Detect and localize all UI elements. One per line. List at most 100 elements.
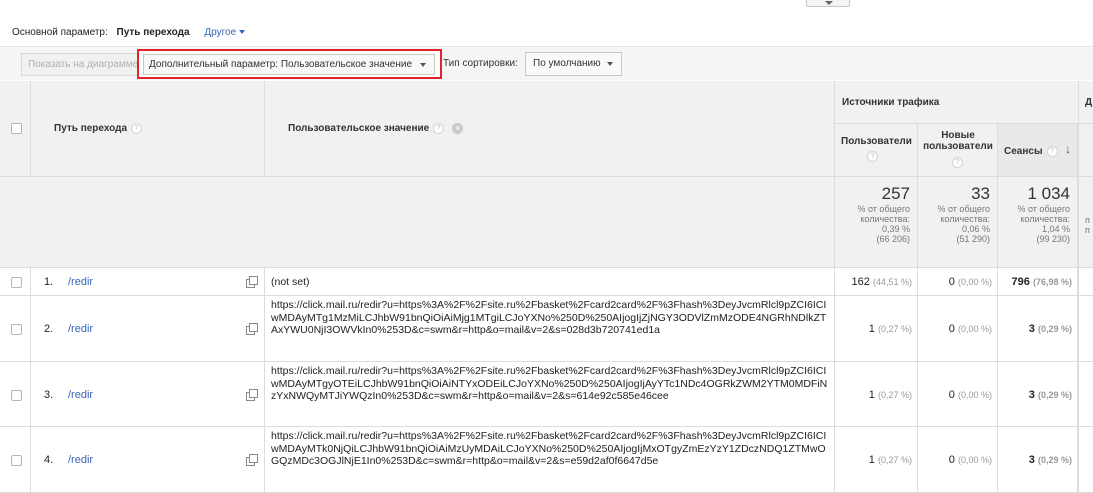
header-sessions[interactable]: Сеансы? ↓ [998, 124, 1078, 177]
row-new-users-percent: (0,00 %) [957, 390, 992, 400]
row-sessions: 3 (0,29 %) [998, 389, 1072, 401]
row-new-users-value: 0 [948, 323, 955, 335]
totals-sessions-line1: % от общего [1017, 204, 1071, 214]
open-link-icon[interactable] [246, 276, 258, 288]
row-number: 2. [44, 323, 54, 335]
sort-type-dropdown[interactable]: По умолчанию [525, 52, 622, 76]
row-new-users-value: 0 [948, 276, 955, 288]
row-users-percent: (0,27 %) [877, 390, 912, 400]
row-users: 1 (0,27 %) [835, 454, 912, 466]
sort-desc-arrow-icon[interactable]: ↓ [1065, 142, 1071, 156]
help-icon[interactable]: ? [433, 123, 445, 134]
row-number: 3. [44, 389, 54, 401]
caret-down-icon [420, 63, 426, 67]
row-number: 1. [44, 276, 54, 288]
row-sessions-percent: (0,29 %) [1037, 390, 1072, 400]
row-new-users: 0 (0,00 %) [918, 323, 992, 335]
open-link-icon[interactable] [246, 389, 258, 401]
row-new-users-percent: (0,00 %) [957, 324, 992, 334]
header-group-next: Д [1078, 81, 1093, 124]
row-sessions-percent: (76,98 %) [1032, 277, 1072, 287]
row-checkbox[interactable] [11, 390, 22, 401]
totals-sessions-value: 1 034 [1027, 184, 1070, 203]
row-users-value: 1 [868, 323, 875, 335]
row-users-value: 1 [868, 389, 875, 401]
row-new-users-percent: (0,00 %) [957, 277, 992, 287]
secondary-dimension-label: Дополнительный параметр: Пользовательско… [149, 59, 413, 70]
totals-sessions-line4: (99 230) [1036, 234, 1070, 244]
header-next-metric [1078, 124, 1093, 177]
caret-down-icon [607, 62, 613, 66]
row-sessions-value: 796 [1011, 276, 1030, 288]
row-users-value: 1 [868, 454, 875, 466]
top-dropdown-button[interactable] [806, 0, 850, 7]
row-path-link[interactable]: /redir [68, 276, 93, 288]
header-users-label: Пользователи [841, 136, 912, 147]
totals-new-users-line2: количества: [940, 214, 990, 224]
primary-dimension-other-link[interactable]: Другое [204, 27, 246, 38]
row-checkbox[interactable] [11, 455, 22, 466]
totals-new-users-line4: (51 290) [956, 234, 990, 244]
row-checkbox[interactable] [11, 277, 22, 288]
row-new-users-value: 0 [948, 389, 955, 401]
row-custom-value: (not set) [271, 276, 310, 288]
help-icon[interactable]: ? [131, 123, 143, 134]
totals-sessions-line3: 1,04 % [1041, 224, 1070, 234]
totals-sessions: 1 034 % от общего количества: 1,04 % (99… [998, 177, 1078, 268]
row-sessions-percent: (0,29 %) [1037, 324, 1072, 334]
row-users: 1 (0,27 %) [835, 389, 912, 401]
header-group-next-label: Д [1085, 97, 1093, 108]
primary-dimension-current: Путь перехода [116, 27, 190, 38]
totals-users-line1: % от общего [857, 204, 911, 214]
totals-users-line2: количества: [860, 214, 910, 224]
plot-rows-button[interactable]: Показать на диаграмме [21, 53, 141, 76]
header-custom-value[interactable]: Пользовательское значение? ✕ [265, 81, 835, 177]
remove-secondary-dimension-icon[interactable]: ✕ [452, 123, 464, 134]
table-row-next-cell [1078, 268, 1093, 296]
row-users-percent: (0,27 %) [877, 324, 912, 334]
table-toolbar: Показать на диаграмме Дополнительный пар… [0, 46, 1093, 80]
row-sessions-value: 3 [1028, 389, 1035, 401]
header-new-users[interactable]: Новые пользователи ? [918, 124, 998, 177]
primary-dimension-bar: Основной параметр: Путь перехода Другое [12, 27, 246, 38]
totals-users: 257 % от общего количества: 0,39 % (66 2… [835, 177, 918, 268]
open-link-icon[interactable] [246, 323, 258, 335]
table-row-path-cell [31, 268, 265, 296]
secondary-dimension-dropdown[interactable]: Дополнительный параметр: Пользовательско… [143, 54, 435, 75]
header-checkbox-cell [0, 81, 31, 177]
header-users[interactable]: Пользователи ? [835, 124, 918, 177]
row-sessions: 3 (0,29 %) [998, 323, 1072, 335]
header-path[interactable]: Путь перехода? [31, 81, 265, 177]
row-sessions: 796 (76,98 %) [998, 276, 1072, 288]
row-checkbox[interactable] [11, 324, 22, 335]
row-users: 162 (44,51 %) [835, 276, 912, 288]
totals-new-users-value: 33 [971, 184, 990, 203]
help-icon[interactable]: ? [867, 151, 878, 162]
help-icon[interactable]: ? [952, 157, 963, 168]
row-path-link[interactable]: /redir [68, 323, 93, 335]
row-path-link[interactable]: /redir [68, 454, 93, 466]
header-sessions-label: Сеансы [1004, 146, 1043, 158]
other-link-label: Другое [204, 27, 237, 38]
table-row-path-cell [31, 427, 265, 493]
row-sessions-percent: (0,29 %) [1037, 455, 1072, 465]
select-all-checkbox[interactable] [11, 123, 22, 134]
table-row-path-cell [31, 296, 265, 362]
row-new-users: 0 (0,00 %) [918, 454, 992, 466]
row-users-percent: (44,51 %) [872, 277, 912, 287]
row-sessions-value: 3 [1028, 323, 1035, 335]
row-path-link[interactable]: /redir [68, 389, 93, 401]
row-custom-value: https://click.mail.ru/redir?u=https%3A%2… [271, 299, 827, 336]
totals-next-cut1: п [1085, 215, 1090, 225]
row-sessions: 3 (0,29 %) [998, 454, 1072, 466]
totals-new-users-line1: % от общего [937, 204, 991, 214]
table-row-next-cell [1078, 427, 1093, 493]
sort-type-value: По умолчанию [533, 58, 601, 69]
sort-type-label: Тип сортировки: [443, 58, 518, 69]
table-row-next-cell [1078, 362, 1093, 427]
open-link-icon[interactable] [246, 454, 258, 466]
row-custom-value: https://click.mail.ru/redir?u=https%3A%2… [271, 365, 828, 402]
help-icon[interactable]: ? [1046, 146, 1058, 157]
row-users: 1 (0,27 %) [835, 323, 912, 335]
row-new-users: 0 (0,00 %) [918, 389, 992, 401]
